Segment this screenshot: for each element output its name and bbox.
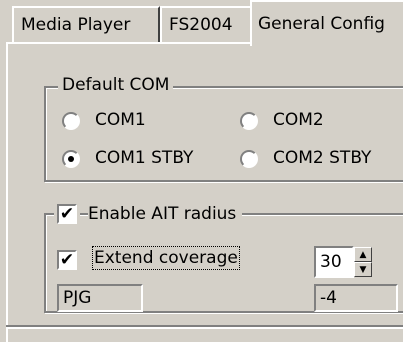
offset-field: -4 bbox=[314, 284, 398, 312]
tab-label: General Config bbox=[258, 14, 385, 34]
com1-radio[interactable] bbox=[62, 112, 80, 130]
tab-media-player[interactable]: Media Player bbox=[12, 6, 160, 42]
com1-label[interactable]: COM1 bbox=[95, 110, 146, 130]
checkmark-icon: ✔ bbox=[59, 203, 75, 224]
com2-stby-radio[interactable] bbox=[240, 150, 258, 168]
panel-bottom-edge bbox=[6, 325, 403, 329]
radio-selected-dot bbox=[68, 156, 74, 162]
tab-label: FS2004 bbox=[169, 15, 233, 35]
com2-radio[interactable] bbox=[240, 112, 258, 130]
extend-coverage-label[interactable]: Extend coverage bbox=[92, 246, 240, 270]
spin-up-icon: ▲ bbox=[359, 249, 367, 260]
com2-label[interactable]: COM2 bbox=[273, 110, 324, 130]
enable-ait-radius-checkbox[interactable]: ✔ bbox=[54, 201, 80, 227]
enable-ait-radius-label[interactable]: Enable AIT radius bbox=[88, 204, 243, 224]
com1-stby-label[interactable]: COM1 STBY bbox=[95, 148, 193, 168]
extend-coverage-checkbox[interactable]: ✔ bbox=[57, 250, 77, 270]
radius-input[interactable]: 30 bbox=[314, 246, 354, 278]
spin-down-button[interactable]: ▼ bbox=[354, 262, 372, 277]
com1-stby-radio[interactable] bbox=[62, 150, 80, 168]
spin-up-button[interactable]: ▲ bbox=[354, 247, 372, 262]
default-com-title: Default COM bbox=[58, 75, 174, 95]
checkmark-icon: ✔ bbox=[59, 249, 75, 270]
spin-down-icon: ▼ bbox=[359, 264, 367, 275]
code-field: PJG bbox=[57, 284, 143, 312]
com2-stby-label[interactable]: COM2 STBY bbox=[273, 148, 371, 168]
tab-label: Media Player bbox=[21, 15, 131, 35]
tab-general-config[interactable]: General Config bbox=[250, 0, 403, 46]
tab-fs2004[interactable]: FS2004 bbox=[160, 6, 252, 42]
